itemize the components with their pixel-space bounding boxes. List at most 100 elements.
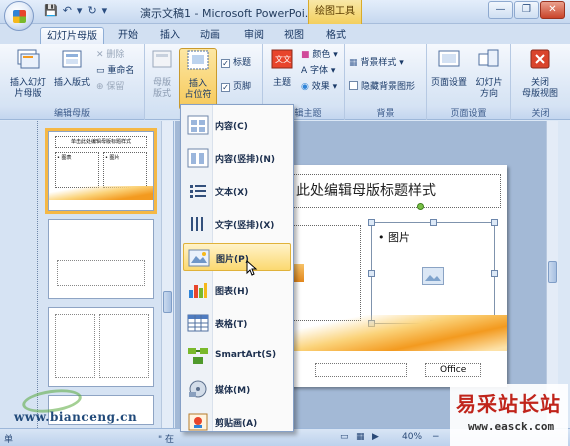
sorter-view-icon[interactable]: ▦	[356, 432, 365, 442]
resize-handle-nw[interactable]	[368, 219, 375, 226]
title-checkbox[interactable]: ✓ 标题	[221, 56, 251, 70]
background-styles-button[interactable]: ▦ 背景样式 ▾	[349, 56, 404, 70]
themes-icon: 文文	[271, 49, 293, 69]
maximize-button[interactable]: ❐	[514, 1, 539, 19]
smartart-placeholder-icon	[188, 348, 208, 364]
footer-checkbox[interactable]: ✓ 页脚	[221, 80, 251, 94]
save-icon[interactable]: 💾	[44, 4, 58, 17]
hide-background-checkbox[interactable]: 隐藏背景图形	[349, 80, 415, 94]
close-master-view-icon	[530, 49, 550, 69]
menu-item-content-placeholder[interactable]: 内容(C)	[183, 111, 291, 139]
slide-scroll-thumb[interactable]	[548, 261, 557, 283]
menu-item-chart-placeholder[interactable]: 图表(H)	[183, 276, 291, 304]
redo-icon[interactable]: ↻	[87, 4, 96, 17]
menu-item-label: 图片(P)	[216, 255, 249, 265]
thumb3-right-placeholder	[99, 314, 149, 378]
rename-button[interactable]: ▭ 重命名	[96, 64, 134, 78]
zoom-out-button[interactable]: −	[432, 432, 440, 442]
resize-handle-e[interactable]	[491, 270, 498, 277]
slideshow-view-icon[interactable]: ▶	[372, 432, 379, 442]
menu-item-smartart-placeholder[interactable]: SmartArt(S)	[183, 342, 291, 370]
qat-customize-icon[interactable]: ▾	[102, 4, 108, 17]
thumbnail-layout-2[interactable]	[48, 219, 154, 299]
insert-placeholder-label: 插入 占位符	[184, 79, 212, 100]
group-label-close: 关闭	[511, 106, 570, 119]
quick-access-toolbar: 💾 ↶ ▾ ↻ ▾	[40, 4, 107, 17]
menu-item-label: 图表(H)	[215, 287, 249, 297]
normal-view-icon[interactable]: ▭	[340, 432, 349, 442]
watermark-left: www.bianceng.cn	[14, 385, 164, 430]
effects-button[interactable]: ◉ 效果 ▾	[301, 80, 337, 94]
rename-label: 重命名	[107, 66, 135, 76]
thumbnail-layout-3[interactable]	[48, 307, 154, 387]
footer-placeholder[interactable]	[315, 363, 407, 377]
resize-handle-n[interactable]	[430, 219, 437, 226]
window-title: 演示文稿1 - Microsoft PowerPoi...	[140, 7, 316, 20]
menu-item-picture-placeholder[interactable]: 图片(P)	[183, 243, 291, 271]
close-master-view-label: 关闭 母版视图	[521, 78, 558, 99]
menu-item-media-placeholder[interactable]: 媒体(M)	[183, 375, 291, 403]
insert-placeholder-menu: 内容(C) 内容(竖排)(N) 文本(X) 文字(竖排)(X) 图片(P) 图表(H) 表格…	[180, 104, 294, 432]
qat-more-icon[interactable]: ▾	[77, 4, 83, 17]
slide-orientation-button[interactable]: 幻灯片 方向	[469, 48, 509, 103]
office-button[interactable]	[4, 1, 34, 31]
title-placeholder[interactable]: 此处编辑母版标题样式	[291, 174, 501, 208]
tab-view[interactable]: 视图	[276, 27, 312, 44]
left-content-placeholder[interactable]	[285, 225, 361, 321]
resize-handle-ne[interactable]	[491, 219, 498, 226]
insert-placeholder-button[interactable]: 插入 占位符	[179, 48, 217, 110]
themes-button[interactable]: 文文 主题	[265, 48, 299, 103]
thumbnail-scrollbar[interactable]	[161, 121, 173, 428]
tab-format[interactable]: 格式	[318, 27, 354, 44]
footer-checkbox-label: 页脚	[233, 82, 252, 92]
master-layout-button[interactable]: 母版 版式	[145, 48, 179, 103]
effects-label: 效果	[311, 82, 330, 92]
content-placeholder-icon	[187, 115, 209, 135]
tab-insert[interactable]: 插入	[152, 27, 188, 44]
slide-number-placeholder[interactable]: Office	[425, 363, 481, 377]
tab-review[interactable]: 审阅	[236, 27, 272, 44]
title-checkbox-label: 标题	[233, 58, 252, 68]
fonts-icon: A	[301, 66, 311, 76]
thumbnail-master[interactable]: 单击此处编辑母版标题样式 • 图表 • 图片	[45, 128, 157, 214]
delete-label: 删除	[106, 50, 125, 60]
colors-button[interactable]: ■ 颜色 ▾	[301, 48, 338, 62]
thumbnail-scroll-thumb[interactable]	[163, 291, 172, 313]
mouse-cursor-icon	[246, 260, 258, 276]
picture-icon	[422, 267, 444, 285]
group-label-edit-master: 编辑母版	[0, 106, 144, 119]
undo-icon[interactable]: ↶	[63, 4, 72, 17]
slide-scrollbar[interactable]	[546, 121, 558, 428]
status-slide-info: 单	[4, 435, 14, 445]
close-master-view-button[interactable]: 关闭 母版视图	[515, 48, 565, 103]
tab-home[interactable]: 开始	[110, 27, 146, 44]
zoom-level[interactable]: 40%	[402, 432, 422, 442]
insert-slide-master-button[interactable]: 插入幻灯 片母版	[6, 48, 50, 103]
slide-canvas[interactable]: 此处编辑母版标题样式 • 图片 Office	[285, 165, 507, 387]
preserve-button[interactable]: ⊕ 保留	[96, 80, 124, 94]
orange-swoosh-decoration	[285, 315, 507, 351]
rotation-handle[interactable]	[417, 203, 424, 210]
menu-item-label: 剪贴画(A)	[215, 419, 258, 429]
tab-animations[interactable]: 动画	[192, 27, 228, 44]
pin-icon: ⊕	[96, 82, 107, 92]
picture-placeholder-selected[interactable]: • 图片	[368, 219, 498, 327]
slide-orientation-label: 幻灯片 方向	[475, 78, 503, 99]
menu-item-vertical-text[interactable]: 文字(竖排)(X)	[183, 210, 291, 238]
minimize-button[interactable]: —	[488, 1, 513, 19]
resize-handle-w[interactable]	[368, 270, 375, 277]
menu-item-label: 表格(T)	[215, 320, 248, 330]
delete-button[interactable]: ✕ 删除	[96, 48, 124, 62]
tab-slide-master[interactable]: 幻灯片母版	[40, 27, 104, 44]
menu-item-clipart-placeholder[interactable]: 剪贴画(A)	[183, 408, 291, 436]
fonts-button[interactable]: A 字体 ▾	[301, 64, 335, 78]
insert-slide-master-icon	[17, 49, 40, 69]
menu-item-table-placeholder[interactable]: 表格(T)	[183, 309, 291, 337]
close-window-button[interactable]: ✕	[540, 1, 565, 19]
group-edit-master: 插入幻灯 片母版 插入版式 ✕ 删除 ▭ 重命名 ⊕ 保留 编辑母版	[0, 44, 145, 120]
menu-item-content-vertical[interactable]: 内容(竖排)(N)	[183, 144, 291, 172]
insert-layout-button[interactable]: 插入版式	[52, 48, 92, 103]
menu-item-text-placeholder[interactable]: 文本(X)	[183, 177, 291, 205]
page-setup-button[interactable]: 页面设置	[429, 48, 469, 103]
master-layout-label: 母版 版式	[152, 78, 171, 99]
